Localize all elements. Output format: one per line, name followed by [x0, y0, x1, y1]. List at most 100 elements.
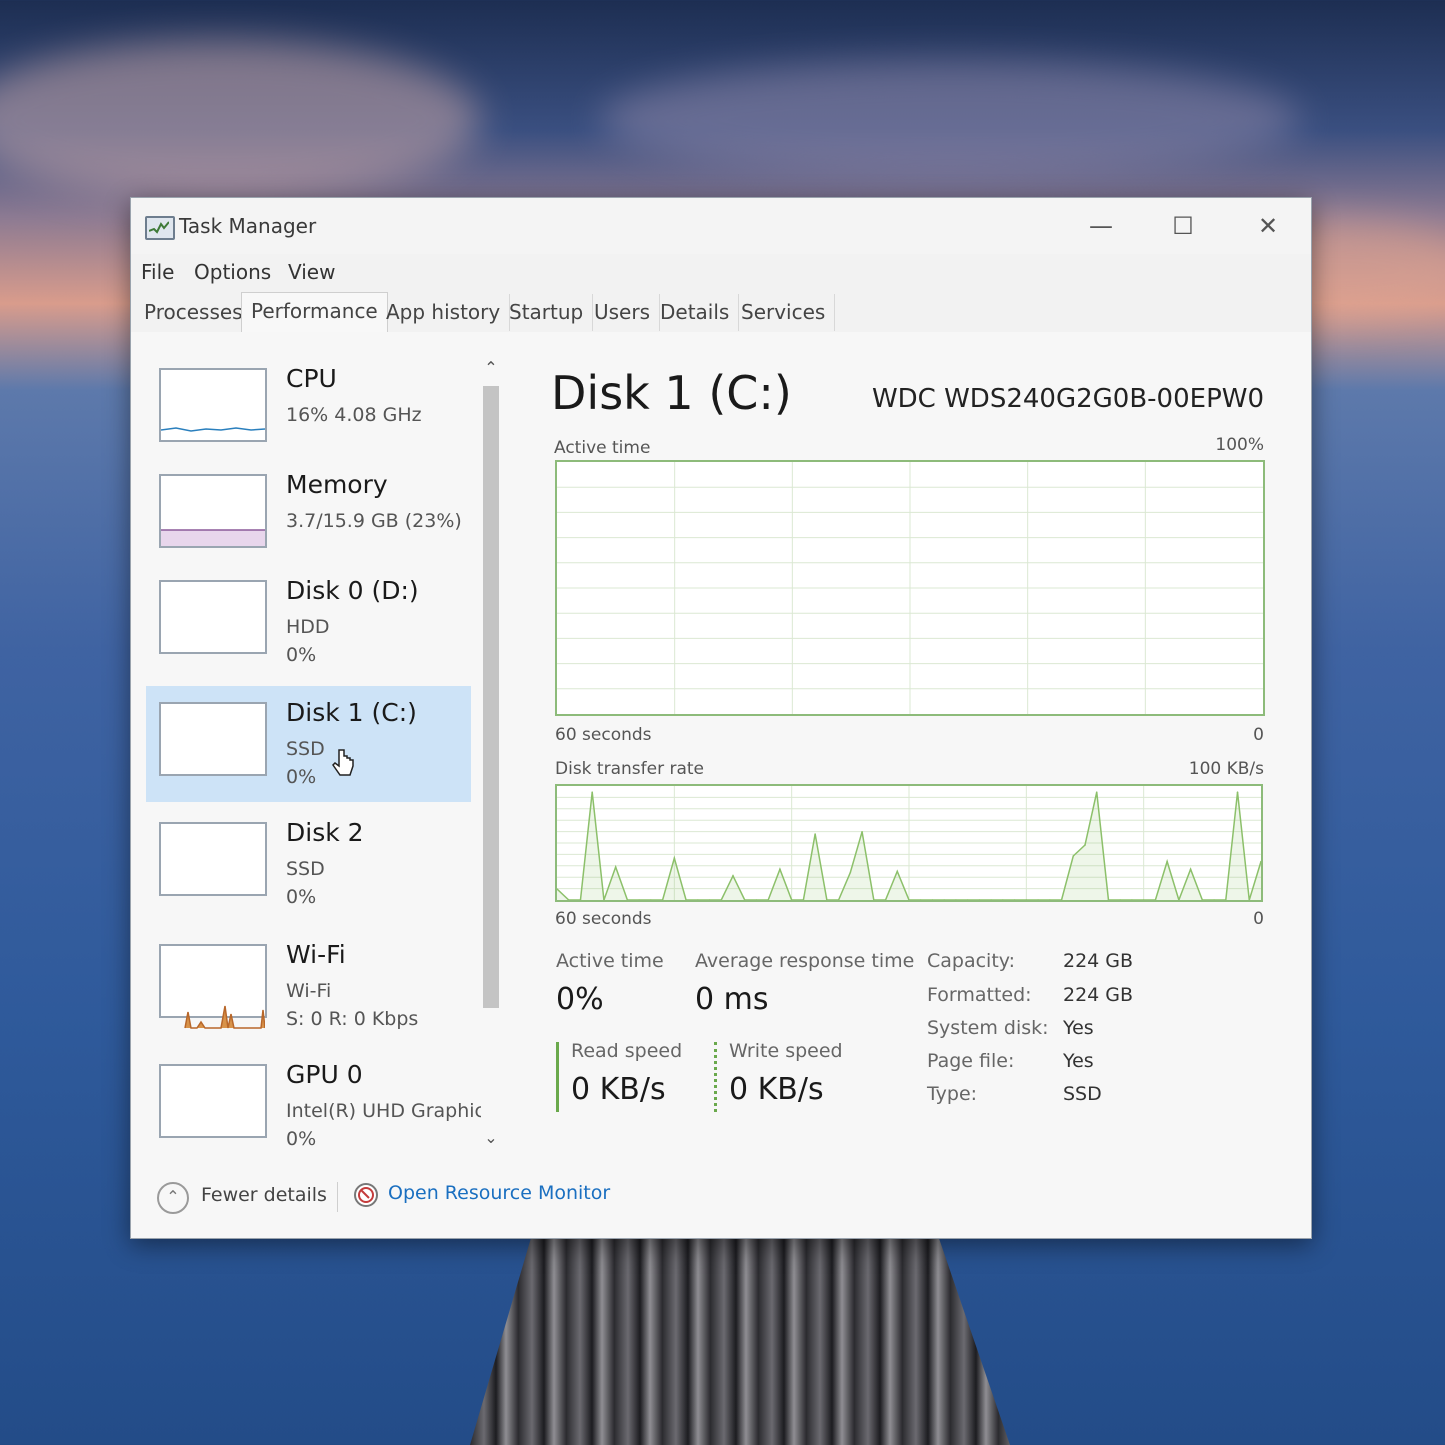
page-file-value: Yes — [1063, 1050, 1094, 1072]
transfer-rate-point — [732, 875, 734, 877]
transfer-rate-point — [1236, 791, 1239, 793]
memory-thumbnail-graph — [159, 474, 267, 548]
sidebar-item-disk-2[interactable]: Disk 2 SSD 0% — [146, 806, 471, 922]
sidebar-item-name: Disk 1 (C:) — [286, 698, 417, 727]
disk-2-thumbnail-graph — [159, 822, 267, 896]
sidebar-item-cpu[interactable]: CPU 16% 4.08 GHz — [146, 352, 471, 468]
sidebar-item-detail: 16% 4.08 GHz — [286, 404, 422, 426]
task-manager-app-icon — [145, 216, 175, 240]
disk-0-thumbnail-graph — [159, 580, 267, 654]
tab-startup[interactable]: Startup — [500, 294, 594, 331]
transfer-rate-graph-canvas — [556, 786, 1262, 903]
sidebar-item-disk-0[interactable]: Disk 0 (D:) HDD 0% — [146, 564, 471, 680]
tab-services[interactable]: Services — [732, 294, 836, 331]
sidebar-item-name: GPU 0 — [286, 1060, 363, 1089]
tab-app-history[interactable]: App history — [377, 294, 511, 331]
close-button[interactable]: ✕ — [1238, 206, 1298, 246]
write-speed-value: 0 KB/s — [729, 1072, 824, 1107]
cpu-thumbnail-graph — [159, 368, 267, 442]
transfer-rate-point — [896, 870, 899, 873]
transfer-graph-min: 0 — [1253, 909, 1264, 929]
menu-options[interactable]: Options — [194, 260, 271, 284]
transfer-rate-point — [861, 831, 863, 833]
menu-file[interactable]: File — [141, 260, 174, 284]
footer-divider — [337, 1182, 338, 1212]
footer-bar: ⌃ Fewer details Open Resource Monitor — [131, 1168, 1311, 1238]
sidebar-item-type: SSD — [286, 738, 325, 760]
sidebar-scrollbar[interactable]: ⌃ ⌄ — [479, 358, 503, 1150]
window-title: Task Manager — [179, 214, 317, 238]
sidebar-item-usage: 0% — [286, 1128, 317, 1150]
menu-bar: File Options View — [131, 254, 1311, 292]
tab-details[interactable]: Details — [651, 294, 740, 331]
tab-strip: Processes Performance App history Startu… — [131, 292, 1311, 334]
sidebar-item-disk-1[interactable]: Disk 1 (C:) SSD 0% — [146, 686, 471, 802]
transfer-rate-point — [1084, 844, 1086, 846]
sidebar-item-gpu-0[interactable]: GPU 0 Intel(R) UHD Graphics 0% — [146, 1048, 481, 1152]
chevron-up-icon[interactable]: ⌃ — [157, 1182, 189, 1214]
sidebar-item-memory[interactable]: Memory 3.7/15.9 GB (23%) — [146, 458, 471, 574]
active-time-label: Active time — [556, 950, 664, 972]
wallpaper-cloud — [0, 40, 480, 200]
transfer-rate-point — [673, 857, 676, 859]
transfer-rate-point — [614, 866, 617, 868]
sidebar-item-name: CPU — [286, 364, 337, 393]
sidebar-item-name: Disk 2 — [286, 818, 364, 847]
maximize-button[interactable]: ☐ — [1153, 206, 1213, 246]
active-time-value: 0% — [556, 982, 604, 1017]
type-label: Type: — [927, 1083, 978, 1105]
transfer-rate-point — [1072, 855, 1075, 857]
wallpaper-pier — [470, 1225, 1010, 1445]
menu-view[interactable]: View — [288, 260, 335, 284]
sidebar-item-detail: 3.7/15.9 GB (23%) — [286, 510, 462, 532]
tab-processes[interactable]: Processes — [135, 294, 253, 331]
response-time-value: 0 ms — [695, 982, 769, 1017]
formatted-value: 224 GB — [1063, 984, 1134, 1006]
transfer-rate-point — [814, 833, 816, 835]
sidebar-item-adapter: Intel(R) UHD Graphics — [286, 1100, 481, 1122]
resource-monitor-icon[interactable] — [353, 1182, 379, 1208]
disk-model: WDC WDS240G2G0B-00EPW0 — [871, 384, 1264, 414]
disk-detail-panel: Disk 1 (C:) WDC WDS240G2G0B-00EPW0 Activ… — [551, 352, 1281, 1132]
open-resource-monitor-link[interactable]: Open Resource Monitor — [388, 1182, 610, 1204]
transfer-rate-point — [1166, 860, 1168, 863]
title-bar[interactable]: Task Manager — ☐ ✕ — [131, 198, 1311, 254]
read-speed-value: 0 KB/s — [571, 1072, 666, 1107]
active-time-graph-span: 60 seconds — [555, 725, 652, 745]
write-speed-indicator — [714, 1042, 717, 1112]
fewer-details-link[interactable]: Fewer details — [201, 1184, 327, 1206]
minimize-button[interactable]: — — [1071, 206, 1131, 246]
active-time-graph-max: 100% — [1215, 435, 1264, 455]
gpu-0-thumbnail-graph — [159, 1064, 267, 1138]
sidebar-item-wifi[interactable]: Wi-Fi Wi-Fi S: 0 R: 0 Kbps — [146, 928, 471, 1044]
sidebar-item-type: Wi-Fi — [286, 980, 332, 1002]
active-time-graph-canvas — [557, 462, 1263, 714]
transfer-rate-graph — [555, 784, 1263, 903]
transfer-rate-point — [1189, 868, 1192, 870]
scroll-up-icon[interactable]: ⌃ — [479, 358, 503, 378]
transfer-graph-label: Disk transfer rate — [555, 759, 704, 779]
sidebar-item-usage: 0% — [286, 886, 317, 908]
tab-users[interactable]: Users — [585, 294, 661, 331]
transfer-rate-point — [779, 868, 781, 870]
sidebar-item-name: Disk 0 (D:) — [286, 576, 419, 605]
transfer-graph-span: 60 seconds — [555, 909, 652, 929]
formatted-label: Formatted: — [927, 984, 1032, 1006]
sidebar-item-type: HDD — [286, 616, 330, 638]
type-value: SSD — [1063, 1083, 1102, 1105]
performance-content: CPU 16% 4.08 GHz Memory 3.7/15.9 GB (23%… — [131, 332, 1311, 1238]
system-disk-value: Yes — [1063, 1017, 1094, 1039]
hand-cursor-icon — [332, 748, 356, 786]
sidebar-item-name: Memory — [286, 470, 388, 499]
capacity-value: 224 GB — [1063, 950, 1134, 972]
capacity-label: Capacity: — [927, 950, 1016, 972]
scroll-down-icon[interactable]: ⌄ — [479, 1128, 503, 1148]
active-time-graph — [555, 460, 1265, 716]
write-speed-label: Write speed — [729, 1040, 843, 1062]
disk-1-thumbnail-graph — [159, 702, 267, 776]
task-manager-window: Task Manager — ☐ ✕ File Options View Pro… — [130, 197, 1312, 1239]
sidebar-item-throughput: S: 0 R: 0 Kbps — [286, 1008, 419, 1030]
transfer-rate-point — [849, 871, 852, 874]
scroll-thumb[interactable] — [483, 386, 499, 1008]
tab-performance[interactable]: Performance — [241, 292, 388, 334]
